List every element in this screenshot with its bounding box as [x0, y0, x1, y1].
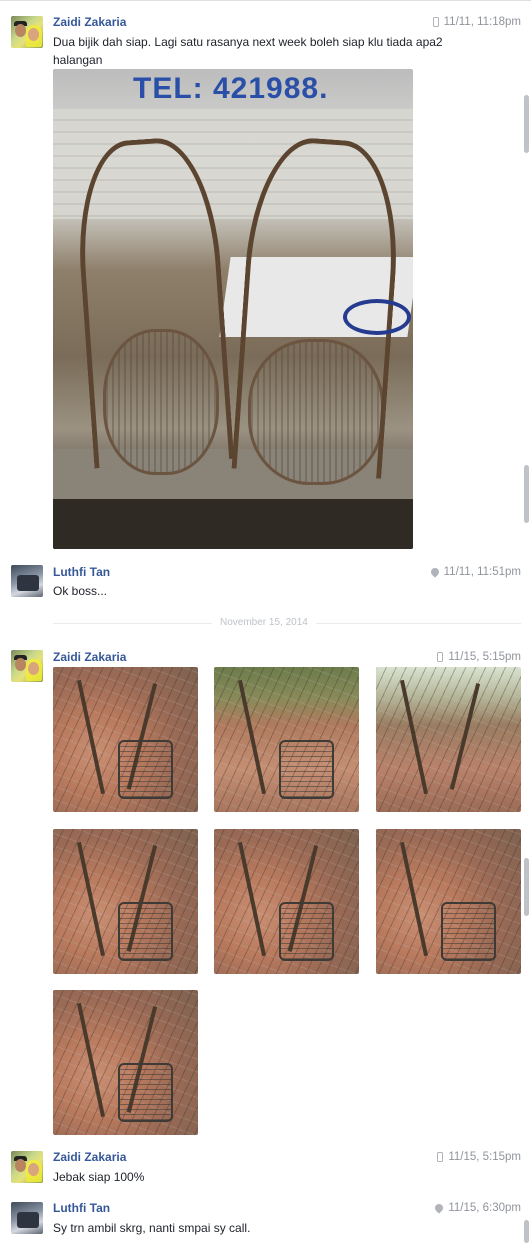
- message-meta: 11/15, 5:15pm: [437, 1151, 521, 1163]
- photo-thumbnail[interactable]: [214, 829, 359, 974]
- mobile-icon: [437, 652, 444, 662]
- timestamp: 11/15, 6:30pm: [448, 1202, 521, 1214]
- photo-attachment[interactable]: TEL: 421988.: [53, 69, 413, 549]
- message-meta: 11/11, 11:18pm: [432, 16, 521, 28]
- author-name[interactable]: Zaidi Zakaria: [53, 15, 126, 29]
- author-name[interactable]: Luthfi Tan: [53, 565, 110, 579]
- avatar[interactable]: [11, 1202, 43, 1234]
- message-text: Dua bijik dah siap. Lagi satu rasanya ne…: [53, 35, 443, 67]
- top-border: [0, 0, 531, 1]
- message-meta: 11/15, 5:15pm: [437, 651, 521, 663]
- photo-thumbnail[interactable]: [376, 829, 521, 974]
- timestamp: 11/11, 11:51pm: [443, 566, 521, 578]
- photo-sign-text: TEL: 421988.: [133, 72, 329, 105]
- avatar[interactable]: [11, 650, 43, 682]
- photo-thumbnail[interactable]: [53, 990, 198, 1135]
- message-text: Ok boss...: [53, 584, 108, 598]
- author-name[interactable]: Zaidi Zakaria: [53, 1150, 126, 1164]
- timestamp: 11/15, 5:15pm: [448, 1151, 521, 1163]
- mobile-icon: [437, 1152, 444, 1162]
- photo-thumbnail[interactable]: [53, 667, 198, 812]
- date-divider: November 15, 2014: [212, 617, 316, 628]
- avatar[interactable]: [11, 1151, 43, 1183]
- avatar[interactable]: [11, 565, 43, 597]
- timestamp: 11/15, 5:15pm: [448, 651, 521, 663]
- scrollbar-thumb[interactable]: [524, 1220, 529, 1243]
- author-name[interactable]: Zaidi Zakaria: [53, 650, 126, 664]
- scrollbar-thumb[interactable]: [524, 465, 529, 523]
- avatar[interactable]: [11, 16, 43, 48]
- location-pin-icon: [428, 566, 441, 578]
- photo-thumbnail[interactable]: [53, 829, 198, 974]
- message-text: Sy trn ambil skrg, nanti smpai sy call.: [53, 1221, 251, 1235]
- photo-thumbnail[interactable]: [214, 667, 359, 812]
- message-meta: 11/11, 11:51pm: [428, 566, 521, 578]
- mobile-icon: [432, 17, 439, 27]
- message-meta: 11/15, 6:30pm: [433, 1202, 521, 1214]
- author-name[interactable]: Luthfi Tan: [53, 1201, 110, 1215]
- location-pin-icon: [433, 1202, 445, 1214]
- photo-thumbnail[interactable]: [376, 667, 521, 812]
- scrollbar-thumb[interactable]: [524, 858, 529, 916]
- message-text: Jebak siap 100%: [53, 1170, 145, 1184]
- scrollbar-thumb[interactable]: [524, 95, 529, 153]
- timestamp: 11/11, 11:18pm: [443, 16, 521, 28]
